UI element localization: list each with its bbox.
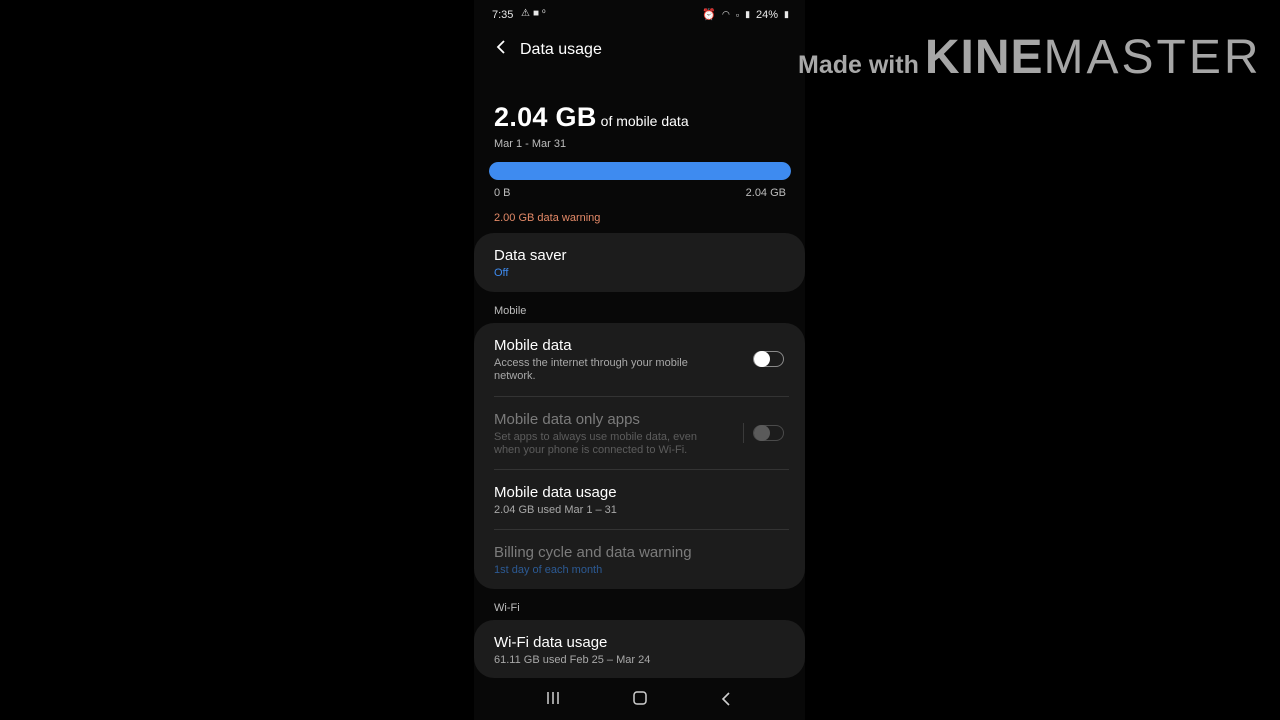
watermark-prefix: Made with [798, 51, 919, 79]
alarm-icon: ⏰ [702, 9, 716, 21]
wifi-icon: ◠ [722, 9, 730, 19]
recents-button[interactable] [538, 691, 568, 711]
mobile-data-usage-row[interactable]: Mobile data usage 2.04 GB used Mar 1 – 3… [494, 484, 785, 517]
wifi-data-usage-row[interactable]: Wi-Fi data usage 61.11 GB used Feb 25 – … [494, 634, 785, 667]
bar-max-label: 2.04 GB [745, 187, 786, 199]
watermark-brand-light: MASTER [1043, 31, 1262, 84]
divider [494, 469, 789, 470]
mobile-data-row[interactable]: Mobile data Access the internet through … [494, 337, 695, 383]
video-icon: ■ [532, 8, 543, 19]
app-bar: Data usage [474, 32, 805, 70]
data-saver-row[interactable]: Data saver Off [494, 247, 785, 280]
mobile-data-only-apps-title: Mobile data only apps [494, 411, 640, 428]
divider [494, 396, 789, 397]
data-speed-icon: ⁰ [542, 8, 549, 18]
toggle-knob [754, 351, 770, 367]
wifi-data-usage-subtitle: 61.11 GB used Feb 25 – Mar 24 [494, 654, 651, 666]
usage-progress-bar [489, 162, 791, 180]
back-nav-button[interactable] [711, 691, 741, 711]
watermark-brand-bold: KINE [924, 31, 1044, 84]
usage-summary: 2.04 GB of mobile data [494, 102, 689, 133]
section-header-wifi: Wi-Fi [494, 602, 520, 614]
phone-screen: 7:35 ⚠■⁰ ⏰ ◠ ▫ ▮ 24% ▮ Data usage 2.04 G… [474, 0, 805, 720]
volte-icon: ▫ [735, 9, 740, 20]
status-left-icons: ⚠■⁰ [521, 8, 549, 19]
mobile-card: Mobile data Access the internet through … [474, 323, 805, 589]
battery-icon: ▮ [784, 9, 789, 19]
mobile-data-toggle[interactable] [753, 351, 784, 367]
divider [494, 529, 789, 530]
usage-period: Mar 1 - Mar 31 [494, 138, 567, 150]
data-saver-card[interactable]: Data saver Off [474, 233, 805, 292]
status-right-icons: ⏰ ◠ ▫ ▮ 24% ▮ [702, 8, 789, 22]
back-nav-icon [721, 692, 730, 706]
battery-level: 24% [756, 8, 779, 21]
recents-icon [547, 692, 559, 704]
usage-suffix: of mobile data [600, 113, 689, 129]
data-warning-label: 2.00 GB data warning [494, 212, 601, 224]
mobile-data-only-apps-toggle[interactable] [753, 425, 784, 441]
data-saver-title: Data saver [494, 247, 567, 264]
home-icon [633, 691, 647, 705]
data-saver-status: Off [494, 267, 509, 279]
mobile-data-only-apps-row[interactable]: Mobile data only apps Set apps to always… [494, 411, 705, 457]
bar-min-label: 0 B [494, 187, 511, 199]
usage-amount: 2.04 GB [494, 102, 597, 132]
mobile-data-usage-subtitle: 2.04 GB used Mar 1 – 31 [494, 504, 617, 516]
section-header-mobile: Mobile [494, 305, 527, 317]
mobile-data-only-apps-subtitle: Set apps to always use mobile data, even… [494, 431, 698, 456]
chevron-left-icon [496, 40, 505, 54]
wifi-card[interactable]: Wi-Fi data usage 61.11 GB used Feb 25 – … [474, 620, 805, 678]
kinemaster-watermark: Made with KINEMASTER [798, 30, 1262, 84]
billing-cycle-row[interactable]: Billing cycle and data warning 1st day o… [494, 544, 785, 577]
page-title: Data usage [520, 41, 602, 58]
usage-progress-fill [489, 162, 791, 180]
warning-icon: ⚠ [521, 8, 533, 19]
billing-cycle-title: Billing cycle and data warning [494, 544, 692, 561]
signal-icon: ▮ [745, 9, 751, 19]
mobile-data-usage-title: Mobile data usage [494, 484, 617, 501]
vertical-separator [743, 423, 744, 443]
toggle-knob [754, 425, 770, 441]
navigation-bar [474, 683, 805, 720]
status-time: 7:35 [492, 9, 514, 21]
mobile-data-title: Mobile data [494, 337, 572, 354]
back-button[interactable] [490, 38, 512, 62]
billing-cycle-subtitle: 1st day of each month [494, 564, 603, 576]
home-button[interactable] [625, 691, 655, 711]
status-bar: 7:35 ⚠■⁰ ⏰ ◠ ▫ ▮ 24% ▮ [474, 0, 805, 30]
mobile-data-subtitle: Access the internet through your mobile … [494, 357, 688, 382]
wifi-data-usage-title: Wi-Fi data usage [494, 634, 608, 651]
